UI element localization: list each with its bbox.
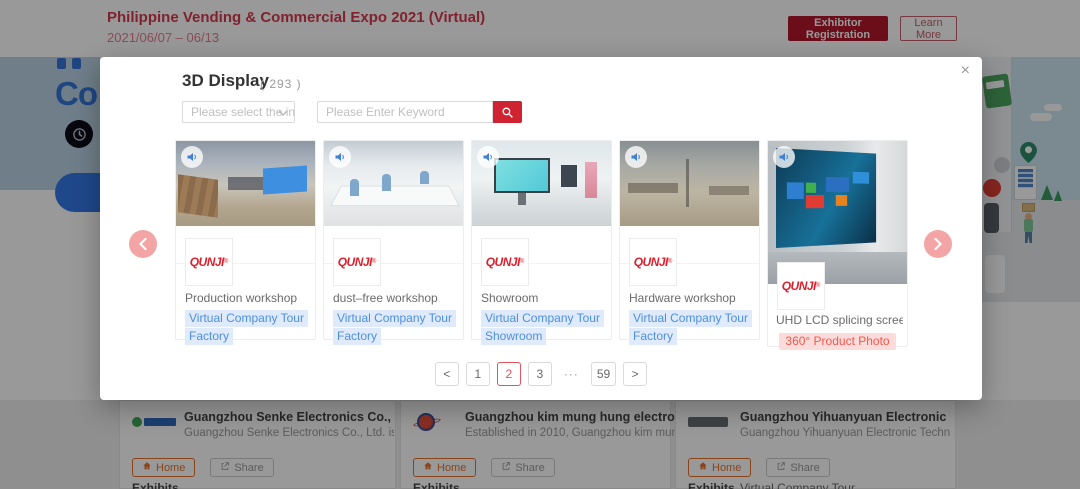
pagination-prev-button[interactable]: < (434, 362, 459, 386)
modal-title: 3D Display (182, 71, 269, 90)
close-icon[interactable]: × (961, 63, 970, 79)
tag: Factory (333, 328, 382, 345)
image-detail (686, 159, 689, 207)
card-image-hardware-workshop[interactable] (620, 141, 759, 226)
tag: Factory (185, 328, 234, 345)
chevron-right-icon (934, 238, 943, 250)
tour-card[interactable]: QUNJI ® UHD LCD splicing scree... 360° Pr… (767, 140, 908, 350)
carousel-next-button[interactable] (924, 230, 952, 258)
qunji-logo: QUNJI ® (333, 238, 381, 286)
keyword-search-input[interactable] (317, 101, 493, 123)
registered-mark: ® (371, 259, 377, 265)
audio-badge (329, 146, 351, 168)
image-detail (561, 165, 577, 187)
logo-text: QUNJI (485, 255, 521, 269)
image-detail (805, 182, 817, 193)
image-detail (628, 183, 678, 193)
logo-text: QUNJI (337, 255, 373, 269)
pagination: < 1 2 3 ··· 59 > (100, 362, 982, 386)
tag: Showroom (481, 328, 547, 345)
image-detail (350, 179, 359, 196)
card-image-production-workshop[interactable] (176, 141, 315, 226)
tour-tags: Virtual Company Tour Factory (185, 310, 308, 346)
image-detail (585, 162, 597, 198)
speaker-icon (483, 153, 492, 161)
speaker-icon (631, 153, 640, 161)
tag: Virtual Company Tour (481, 310, 604, 327)
tour-title[interactable]: Production workshop (185, 291, 297, 305)
image-detail (420, 171, 429, 184)
tour-title[interactable]: Showroom (481, 291, 538, 305)
image-detail (805, 194, 825, 209)
pagination-page-1[interactable]: 1 (465, 362, 490, 386)
registered-mark: ® (667, 259, 673, 265)
search-icon (502, 107, 513, 118)
card-image-showroom[interactable] (472, 141, 611, 226)
qunji-logo: QUNJI ® (777, 262, 825, 310)
image-detail (518, 193, 526, 205)
pagination-next-button[interactable]: > (623, 362, 648, 386)
pagination-page-59[interactable]: 59 (590, 362, 617, 386)
chevron-left-icon (138, 238, 147, 250)
qunji-logo: QUNJI ® (481, 238, 529, 286)
logo-text: QUNJI (189, 255, 225, 269)
qunji-logo: QUNJI ® (629, 238, 677, 286)
qunji-logo: QUNJI ® (185, 238, 233, 286)
tour-title[interactable]: Hardware workshop (629, 291, 736, 305)
tour-tags: Virtual Company Tour Factory (333, 310, 456, 346)
tag: Virtual Company Tour (629, 310, 752, 327)
speaker-icon (779, 153, 788, 161)
3d-display-modal: × 3D Display ( 293 ) Please select the i… (100, 57, 982, 400)
tour-title[interactable]: UHD LCD splicing scree... (776, 313, 903, 327)
tour-tags: Virtual Company Tour Factory (629, 310, 752, 346)
image-detail (494, 158, 550, 193)
image-detail (178, 174, 218, 218)
logo-text: QUNJI (633, 255, 669, 269)
registered-mark: ® (223, 259, 229, 265)
image-detail (786, 182, 804, 200)
audio-badge (477, 146, 499, 168)
pagination-page-3[interactable]: 3 (527, 362, 552, 386)
tag: Virtual Company Tour (185, 310, 308, 327)
image-detail (382, 174, 391, 191)
tour-card[interactable]: QUNJI ® Production workshop Virtual Compa… (175, 140, 316, 345)
audio-badge (773, 146, 795, 168)
search-button[interactable] (493, 101, 522, 123)
image-detail (835, 195, 848, 206)
tour-card[interactable]: QUNJI ® dust–free workshop Virtual Compan… (323, 140, 464, 345)
image-detail (263, 165, 307, 195)
industry-select[interactable]: Please select the in... (182, 101, 295, 123)
registered-mark: ® (815, 283, 821, 289)
image-detail (852, 171, 870, 184)
tour-title[interactable]: dust–free workshop (333, 291, 438, 305)
audio-badge (625, 146, 647, 168)
logo-text: QUNJI (781, 279, 817, 293)
audio-badge (181, 146, 203, 168)
carousel-prev-button[interactable] (129, 230, 157, 258)
tag: 360° Product Photo (779, 333, 896, 350)
chevron-down-icon (278, 110, 288, 116)
speaker-icon (335, 153, 344, 161)
pagination-ellipsis: ··· (563, 367, 579, 381)
pagination-page-2-active[interactable]: 2 (496, 362, 521, 386)
image-detail (826, 176, 850, 193)
tag: Virtual Company Tour (333, 310, 456, 327)
tour-card[interactable]: QUNJI ® Showroom Virtual Company Tour Sho… (471, 140, 612, 345)
registered-mark: ® (519, 259, 525, 265)
result-count: ( 293 ) (260, 77, 302, 91)
card-image-dust-free-workshop[interactable] (324, 141, 463, 226)
speaker-icon (187, 153, 196, 161)
screen: Philippine Vending & Commercial Expo 202… (0, 0, 1080, 489)
image-detail (709, 186, 749, 195)
tour-card[interactable]: QUNJI ® Hardware workshop Virtual Company… (619, 140, 760, 345)
tag: Factory (629, 328, 678, 345)
tour-tags: Virtual Company Tour Showroom (481, 310, 604, 346)
